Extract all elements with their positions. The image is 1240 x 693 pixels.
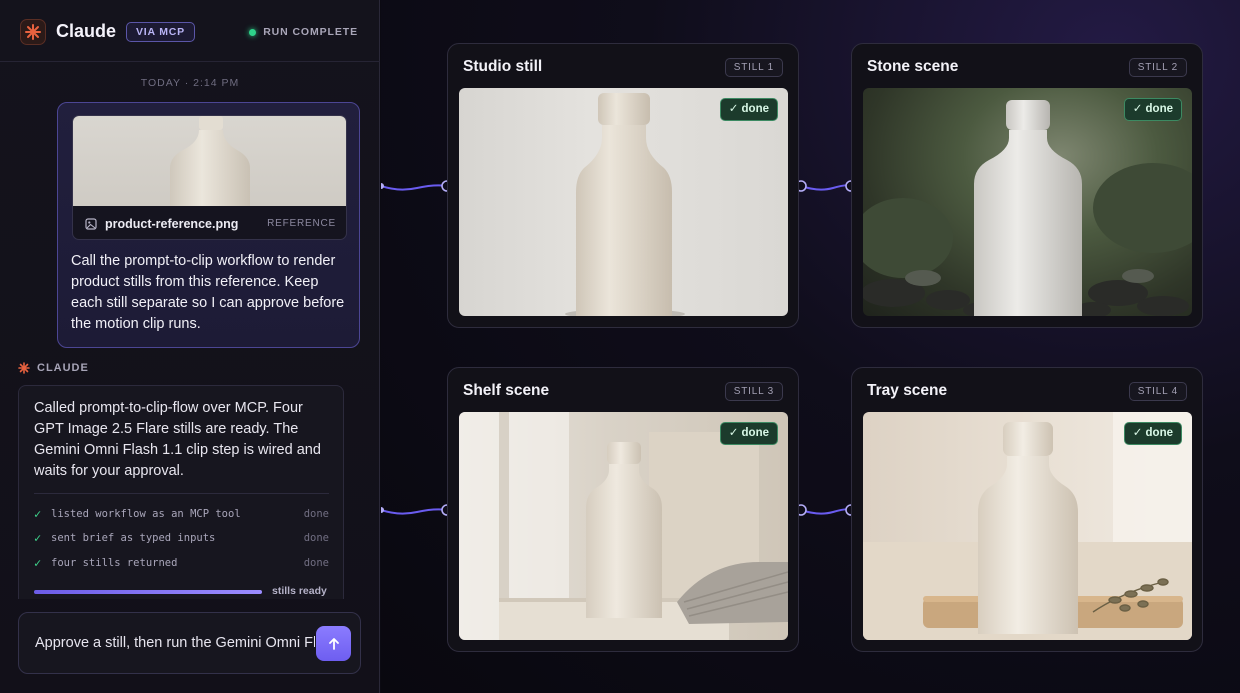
message-timestamp: TODAY · 2:14 PM — [140, 77, 240, 89]
done-badge: ✓ done — [1123, 422, 1182, 445]
done-badge: ✓ done — [1123, 98, 1182, 121]
log-status: done — [303, 532, 329, 544]
attachment-preview — [73, 116, 346, 206]
message-input[interactable] — [35, 635, 315, 651]
app-title: Claude — [56, 21, 117, 41]
done-badge: ✓ done — [719, 98, 778, 121]
assistant-message: Called prompt-to-clip-flow over MCP. Fou… — [18, 385, 344, 599]
log-row: ✓ listed workflow as an MCP tool done — [34, 506, 329, 522]
still-image[interactable]: ✓ done — [459, 412, 788, 640]
user-message: product-reference.png REFERENCE Call the… — [57, 102, 360, 348]
chat-panel: Claude VIA MCP RUN COMPLETE TODAY · 2:14… — [0, 0, 380, 693]
check-icon: ✓ — [34, 556, 42, 570]
node-shelf-scene[interactable]: Shelf scene STILL 3 ✓ done — [447, 367, 799, 652]
progress-label: stills ready — [272, 585, 327, 597]
node-badge: STILL 2 — [1128, 58, 1187, 77]
composer — [18, 612, 361, 674]
divider — [34, 493, 329, 494]
claude-spark-icon — [18, 362, 30, 374]
port-stub — [381, 183, 384, 189]
still-image[interactable]: ✓ done — [863, 88, 1192, 316]
port-stub — [381, 507, 384, 513]
log-text: sent brief as typed inputs — [51, 532, 216, 544]
assistant-message-text: Called prompt-to-clip-flow over MCP. Fou… — [34, 400, 321, 479]
progress-fill — [34, 590, 262, 594]
node-badge: STILL 4 — [1128, 382, 1187, 401]
progress-bar — [34, 590, 262, 594]
node-title: Tray scene — [867, 382, 948, 399]
attachment-filename: product-reference.png — [105, 216, 239, 231]
node-title: Shelf scene — [463, 382, 550, 399]
connection-wire — [800, 184, 852, 191]
run-status: RUN COMPLETE — [249, 26, 358, 38]
log-text: four stills returned — [51, 557, 178, 569]
node-badge: STILL 1 — [724, 58, 783, 77]
check-icon: ✓ — [34, 507, 42, 521]
check-icon: ✓ — [34, 531, 42, 545]
attachment-footer: product-reference.png REFERENCE — [73, 206, 346, 239]
arrow-up-icon — [328, 637, 339, 650]
connection-wire — [381, 184, 448, 191]
still-image[interactable]: ✓ done — [459, 88, 788, 316]
workflow-canvas: Studio still STILL 1 ✓ done Stone scene … — [381, 0, 1240, 693]
still-image[interactable]: ✓ done — [863, 412, 1192, 640]
attachment-card[interactable]: product-reference.png REFERENCE — [72, 115, 347, 240]
assistant-name: CLAUDE — [37, 362, 89, 374]
log-row: ✓ four stills returned done — [34, 555, 329, 571]
user-message-text: Call the prompt-to-clip workflow to rend… — [71, 253, 345, 332]
node-stone-scene[interactable]: Stone scene STILL 2 ✓ done — [851, 43, 1203, 328]
node-tray-scene[interactable]: Tray scene STILL 4 ✓ done — [851, 367, 1203, 652]
node-title: Studio still — [463, 58, 543, 75]
claude-spark-icon — [25, 24, 41, 40]
claude-logo — [20, 19, 46, 45]
chat-header: Claude VIA MCP RUN COMPLETE — [0, 0, 380, 62]
connection-wire — [381, 508, 448, 515]
log-status: done — [303, 508, 329, 520]
connection-wire — [800, 508, 852, 515]
image-file-icon — [85, 217, 97, 230]
node-title: Stone scene — [867, 58, 959, 75]
log-row: ✓ sent brief as typed inputs done — [34, 530, 329, 546]
attachment-tag: REFERENCE — [267, 218, 336, 229]
send-button[interactable] — [316, 626, 351, 661]
log-status: done — [303, 557, 329, 569]
via-mcp-badge: VIA MCP — [126, 22, 195, 42]
status-dot-icon — [249, 28, 257, 36]
assistant-label: CLAUDE — [18, 362, 89, 374]
node-studio-still[interactable]: Studio still STILL 1 ✓ done — [447, 43, 799, 328]
log-text: listed workflow as an MCP tool — [51, 508, 241, 520]
node-badge: STILL 3 — [724, 382, 783, 401]
run-status-label: RUN COMPLETE — [263, 26, 358, 38]
done-badge: ✓ done — [719, 422, 778, 445]
